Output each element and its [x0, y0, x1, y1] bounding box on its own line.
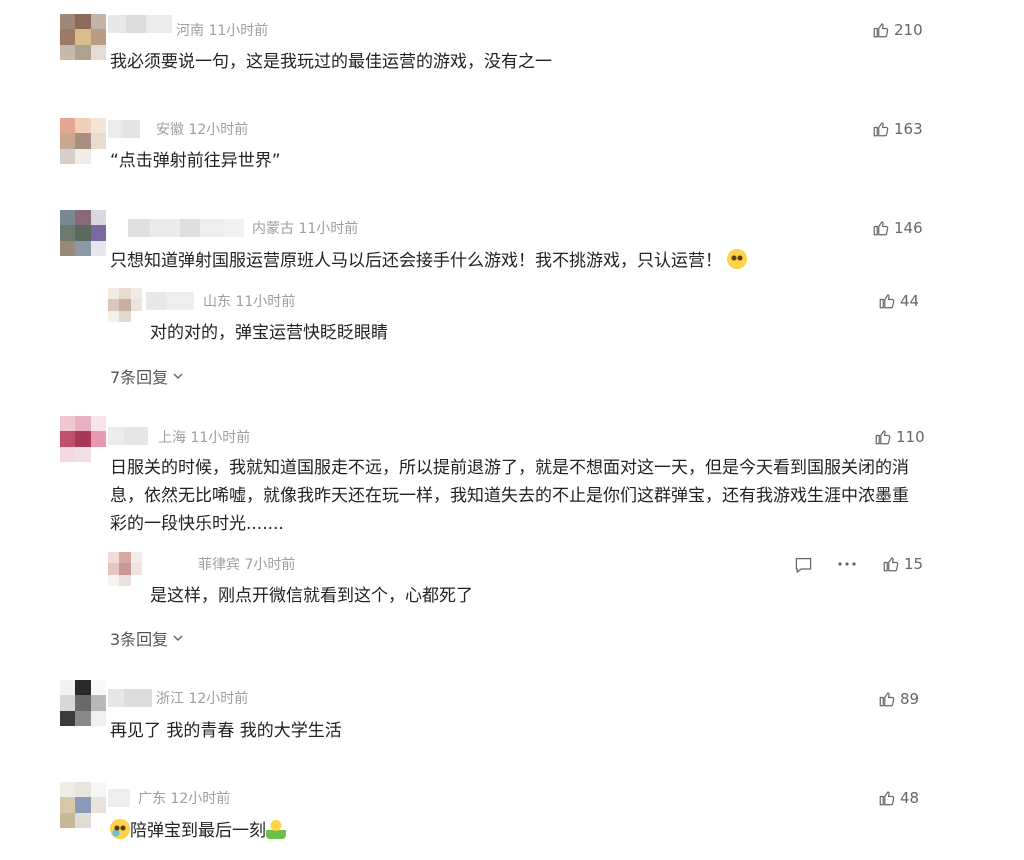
location: 山东	[203, 294, 231, 310]
comment-meta: 安徽 12小时前	[156, 121, 248, 139]
comment-meta: 上海 11小时前	[158, 429, 250, 447]
location: 安徽	[156, 122, 184, 138]
like-button[interactable]: 210	[872, 21, 923, 39]
location: 广东	[138, 791, 166, 807]
shrugging-person-emoji	[266, 819, 286, 839]
reply-avatar[interactable]	[108, 288, 142, 322]
username-blurred[interactable]	[108, 15, 172, 33]
comment-text: 只想知道弹射国服运营原班人马以后还会接手什么游戏！我不挑游戏，只认运营！	[110, 247, 748, 275]
like-count: 146	[894, 219, 923, 237]
comment-icon	[795, 558, 812, 573]
comment-meta: 广东 12小时前	[138, 790, 230, 808]
username-blurred[interactable]	[108, 789, 130, 807]
like-count: 15	[904, 555, 924, 573]
avatar[interactable]	[60, 14, 106, 60]
like-count: 110	[896, 428, 925, 446]
like-button[interactable]: 44	[878, 292, 919, 310]
timestamp: 7小时前	[244, 557, 296, 573]
timestamp: 11小时前	[235, 294, 296, 310]
like-count: 163	[894, 120, 923, 138]
chevron-down-icon	[173, 635, 183, 642]
like-button[interactable]: 163	[872, 120, 923, 138]
crying-face-emoji	[110, 819, 130, 839]
timestamp: 12小时前	[170, 791, 231, 807]
thumbs-up-icon	[872, 120, 890, 138]
like-count: 44	[900, 292, 920, 310]
like-button[interactable]: 15	[882, 555, 923, 573]
avatar[interactable]	[60, 210, 106, 256]
avatar[interactable]	[60, 416, 106, 462]
username-blurred[interactable]	[146, 292, 194, 310]
reply-text: 是这样，刚点开微信就看到这个，心都死了	[150, 586, 473, 606]
location: 内蒙古	[252, 221, 294, 237]
pleading-face-emoji	[727, 249, 748, 269]
timestamp: 11小时前	[190, 430, 251, 446]
timestamp: 12小时前	[188, 691, 249, 707]
username-blurred[interactable]	[108, 120, 140, 138]
comment-meta: 浙江 12小时前	[156, 690, 248, 708]
chevron-down-icon	[173, 373, 183, 380]
thumbs-up-icon	[878, 292, 896, 310]
timestamp: 11小时前	[208, 23, 269, 39]
avatar[interactable]	[60, 680, 106, 726]
reply-meta: 菲律宾 7小时前	[198, 556, 295, 574]
location: 上海	[158, 430, 186, 446]
avatar[interactable]	[60, 782, 106, 828]
thumbs-up-icon	[878, 789, 896, 807]
like-count: 210	[894, 21, 923, 39]
thumbs-up-icon	[882, 555, 900, 573]
location: 菲律宾	[198, 557, 240, 573]
thumbs-up-icon	[872, 21, 890, 39]
like-count: 89	[900, 690, 920, 708]
username-blurred[interactable]	[128, 219, 244, 237]
ellipsis-icon	[838, 562, 856, 566]
like-button[interactable]: 110	[874, 428, 925, 446]
thumbs-up-icon	[878, 690, 896, 708]
comment-meta: 河南 11小时前	[176, 22, 268, 40]
like-button[interactable]: 146	[872, 219, 923, 237]
like-button[interactable]: 48	[878, 789, 919, 807]
thumbs-up-icon	[872, 219, 890, 237]
more-replies-link[interactable]: 3条回复	[110, 626, 184, 650]
reply-avatar[interactable]	[108, 552, 142, 586]
comment-text: “点击弹射前往异世界”	[110, 151, 281, 171]
reply-text: 对的对的，弹宝运营快眨眨眼睛	[150, 323, 388, 343]
comment-text: 日服关的时候，我就知道国服走不远，所以提前退游了，就是不想面对这一天，但是今天看…	[110, 458, 909, 534]
like-count: 48	[900, 789, 920, 807]
timestamp: 11小时前	[298, 221, 359, 237]
location: 河南	[176, 23, 204, 39]
comment-text: 再见了 我的青春 我的大学生活	[110, 721, 342, 741]
more-replies-link[interactable]: 7条回复	[110, 364, 184, 388]
reply-meta: 山东 11小时前	[203, 293, 295, 311]
comment-meta: 内蒙古 11小时前	[252, 220, 358, 238]
comment-text: 陪弹宝到最后一刻	[110, 817, 286, 845]
username-blurred[interactable]	[108, 427, 148, 445]
timestamp: 12小时前	[188, 122, 249, 138]
thumbs-up-icon	[874, 428, 892, 446]
avatar[interactable]	[60, 118, 106, 164]
location: 浙江	[156, 691, 184, 707]
comment-text: 我必须要说一句，这是我玩过的最佳运营的游戏，没有之一	[110, 52, 552, 72]
like-button[interactable]: 89	[878, 690, 919, 708]
more-options-button[interactable]	[837, 556, 857, 572]
username-blurred[interactable]	[108, 689, 152, 707]
reply-comment-button[interactable]	[794, 556, 813, 574]
